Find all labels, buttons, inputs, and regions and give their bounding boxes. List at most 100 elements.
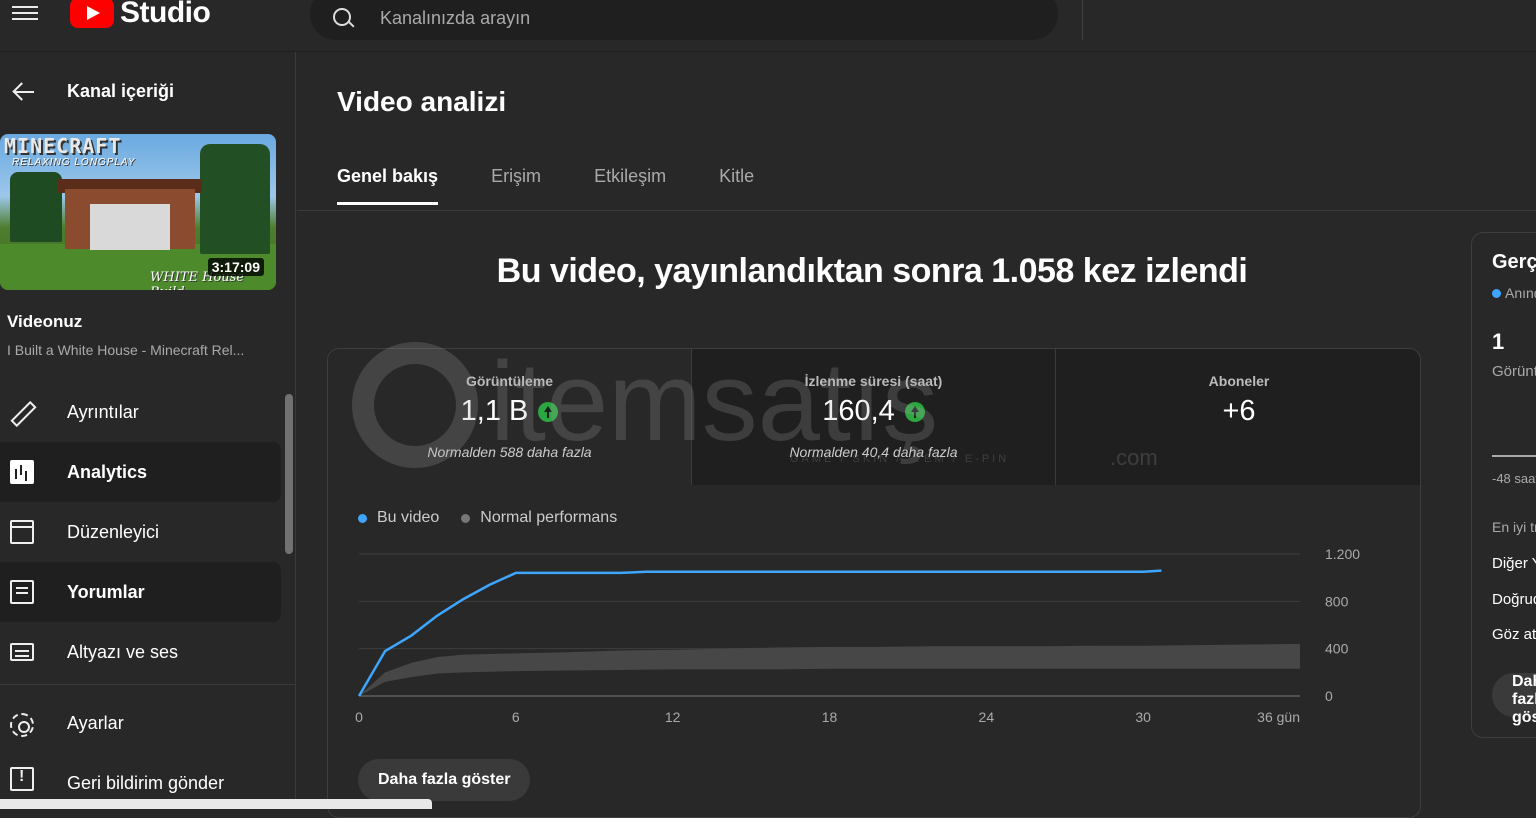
show-more-button[interactable]: Daha fazla göster bbox=[358, 759, 531, 801]
views-chart[interactable]: 0 400 800 1.200 0 6 12 18 24 30 36 gün bbox=[328, 539, 1421, 749]
legend-dot bbox=[358, 513, 367, 523]
top-bar: Studio bbox=[0, 0, 1536, 52]
realtime-row[interactable]: Diğer YouTube özellikleri bbox=[1492, 555, 1536, 572]
tab-audience[interactable]: Kitle bbox=[719, 166, 754, 205]
live-dot-icon bbox=[1492, 288, 1501, 298]
legend-item-this-video: Bu video bbox=[358, 509, 439, 527]
pencil-icon bbox=[10, 400, 34, 424]
metric-value: 1,1 B bbox=[328, 395, 691, 428]
studio-logo[interactable]: Studio bbox=[70, 0, 211, 30]
sidebar: Kanal içeriği MINECRAFT RELAXING LONGPLA… bbox=[0, 52, 296, 807]
realtime-time-label: -48 saat bbox=[1492, 471, 1536, 486]
back-to-channel-content[interactable]: Kanal içeriği bbox=[0, 72, 296, 112]
sidebar-item-comments[interactable]: Yorumlar bbox=[0, 562, 281, 622]
search-bar[interactable] bbox=[310, 0, 1058, 40]
sidebar-item-editor[interactable]: Düzenleyici bbox=[0, 502, 281, 562]
header-divider bbox=[1082, 0, 1083, 40]
metric-watch-time[interactable]: İzlenme süresi (saat) 160,4 Normalden 40… bbox=[691, 349, 1055, 485]
sidebar-item-subtitles[interactable]: Altyazı ve ses bbox=[0, 622, 281, 682]
sidebar-item-label: Düzenleyici bbox=[67, 521, 160, 542]
sidebar-item-label: Analytics bbox=[67, 461, 148, 482]
thumb-tree bbox=[10, 172, 62, 242]
normal-performance-band bbox=[359, 643, 1300, 696]
tab-reach[interactable]: Erişim bbox=[491, 166, 541, 205]
x-tick-label: 6 bbox=[512, 709, 520, 725]
arrow-back-icon[interactable] bbox=[12, 82, 34, 102]
sidebar-bottom: Ayarlar Geri bildirim gönder bbox=[0, 684, 296, 805]
metric-value-text: 1,1 B bbox=[460, 395, 529, 427]
thumb-subtitle: RELAXING LONGPLAY bbox=[12, 157, 136, 168]
x-tick-label: 24 bbox=[979, 709, 995, 725]
sidebar-item-settings[interactable]: Ayarlar bbox=[0, 685, 281, 761]
sidebar-item-label: Altyazı ve ses bbox=[67, 641, 179, 662]
realtime-more-button[interactable]: Daha fazla göster bbox=[1492, 673, 1536, 726]
series-line-this-video bbox=[357, 569, 1162, 697]
realtime-subtitle: Anında güncelleme bbox=[1492, 285, 1536, 301]
sidebar-item-details[interactable]: Ayrıntılar bbox=[0, 382, 281, 442]
video-title: I Built a White House - Minecraft Rel... bbox=[7, 342, 245, 358]
metric-value-text: +6 bbox=[1222, 395, 1256, 427]
metric-label: Görüntüleme bbox=[465, 373, 554, 389]
analytics-tabs: Genel bakış Erişim Etkileşim Kitle bbox=[337, 166, 807, 205]
sidebar-item-label: Ayrıntılar bbox=[67, 401, 139, 422]
tab-engagement[interactable]: Etkileşim bbox=[594, 166, 666, 205]
x-tick-label: 12 bbox=[665, 709, 681, 725]
legend-label: Normal performans bbox=[480, 509, 618, 526]
sidebar-scrollbar[interactable] bbox=[285, 394, 293, 554]
chart-legend: Bu video Normal performans bbox=[358, 509, 617, 527]
legend-label: Bu video bbox=[377, 509, 440, 526]
search-input[interactable] bbox=[380, 7, 980, 29]
search-icon[interactable] bbox=[332, 7, 354, 29]
sidebar-item-label: Ayarlar bbox=[67, 712, 124, 733]
gear-icon bbox=[10, 713, 34, 737]
realtime-row[interactable]: Doğrudan veya bilinmeyen bbox=[1492, 591, 1536, 608]
metric-label: Aboneler bbox=[1208, 373, 1270, 389]
overview-card: Görüntüleme 1,1 B Normalden 588 daha faz… bbox=[327, 348, 1421, 818]
logo-text: Studio bbox=[120, 0, 211, 29]
legend-dot bbox=[461, 513, 471, 523]
realtime-subtitle-text: Anında güncelleme bbox=[1505, 285, 1536, 301]
x-tick-label: 36 gün bbox=[1257, 709, 1300, 725]
y-tick-label: 400 bbox=[1325, 641, 1349, 657]
y-tick-label: 800 bbox=[1325, 593, 1349, 609]
sidebar-nav: Ayrıntılar Analytics Düzenleyici Yorumla… bbox=[0, 382, 296, 682]
metric-views[interactable]: Görüntüleme 1,1 B Normalden 588 daha faz… bbox=[328, 349, 691, 485]
tabs-divider bbox=[297, 210, 1536, 211]
realtime-top-label: En iyi trafik kaynakları bbox=[1492, 519, 1536, 535]
metric-note: Normalden 40,4 daha fazla bbox=[789, 444, 958, 460]
x-tick-label: 0 bbox=[355, 709, 363, 725]
metric-value-text: 160,4 bbox=[822, 395, 895, 427]
realtime-number-label: Görüntüleme · Son 48 saat bbox=[1492, 363, 1536, 380]
legend-item-normal: Normal performans bbox=[461, 509, 617, 527]
x-tick-label: 30 bbox=[1135, 709, 1151, 725]
metric-value: 160,4 bbox=[692, 395, 1055, 428]
feedback-icon bbox=[10, 767, 34, 791]
tab-overview[interactable]: Genel bakış bbox=[337, 166, 439, 205]
comments-icon bbox=[10, 580, 34, 604]
realtime-chart-baseline bbox=[1492, 455, 1536, 457]
realtime-row[interactable]: Göz at özellikleri bbox=[1492, 626, 1536, 643]
youtube-play-icon bbox=[70, 0, 114, 28]
video-thumbnail[interactable]: MINECRAFT RELAXING LONGPLAY WHITE House … bbox=[0, 134, 276, 290]
metric-label: İzlenme süresi (saat) bbox=[804, 373, 943, 389]
menu-icon[interactable] bbox=[12, 2, 38, 24]
analytics-icon bbox=[10, 460, 34, 484]
metric-subscribers[interactable]: Aboneler +6 bbox=[1055, 349, 1420, 485]
metric-value: +6 bbox=[1056, 395, 1420, 428]
back-label[interactable]: Kanal içeriği bbox=[67, 81, 174, 102]
views-headline: Bu video, yayınlandıktan sonra 1.058 kez… bbox=[496, 252, 1248, 290]
y-tick-label: 1.200 bbox=[1325, 546, 1360, 562]
sidebar-item-label: Geri bildirim gönder bbox=[67, 772, 225, 793]
thumb-title: MINECRAFT bbox=[4, 134, 122, 158]
status-bar-url bbox=[0, 799, 432, 809]
sidebar-item-label: Yorumlar bbox=[67, 581, 145, 602]
x-tick-label: 18 bbox=[822, 709, 838, 725]
page-title: Video analizi bbox=[337, 86, 507, 117]
metric-note: Normalden 588 daha fazla bbox=[427, 444, 592, 460]
thumb-house-front bbox=[90, 204, 170, 250]
arrow-up-icon bbox=[904, 401, 925, 422]
arrow-up-icon bbox=[538, 401, 559, 422]
sidebar-item-analytics[interactable]: Analytics bbox=[0, 442, 281, 502]
thumb-tree bbox=[200, 144, 270, 254]
realtime-number: 1 bbox=[1492, 329, 1505, 354]
